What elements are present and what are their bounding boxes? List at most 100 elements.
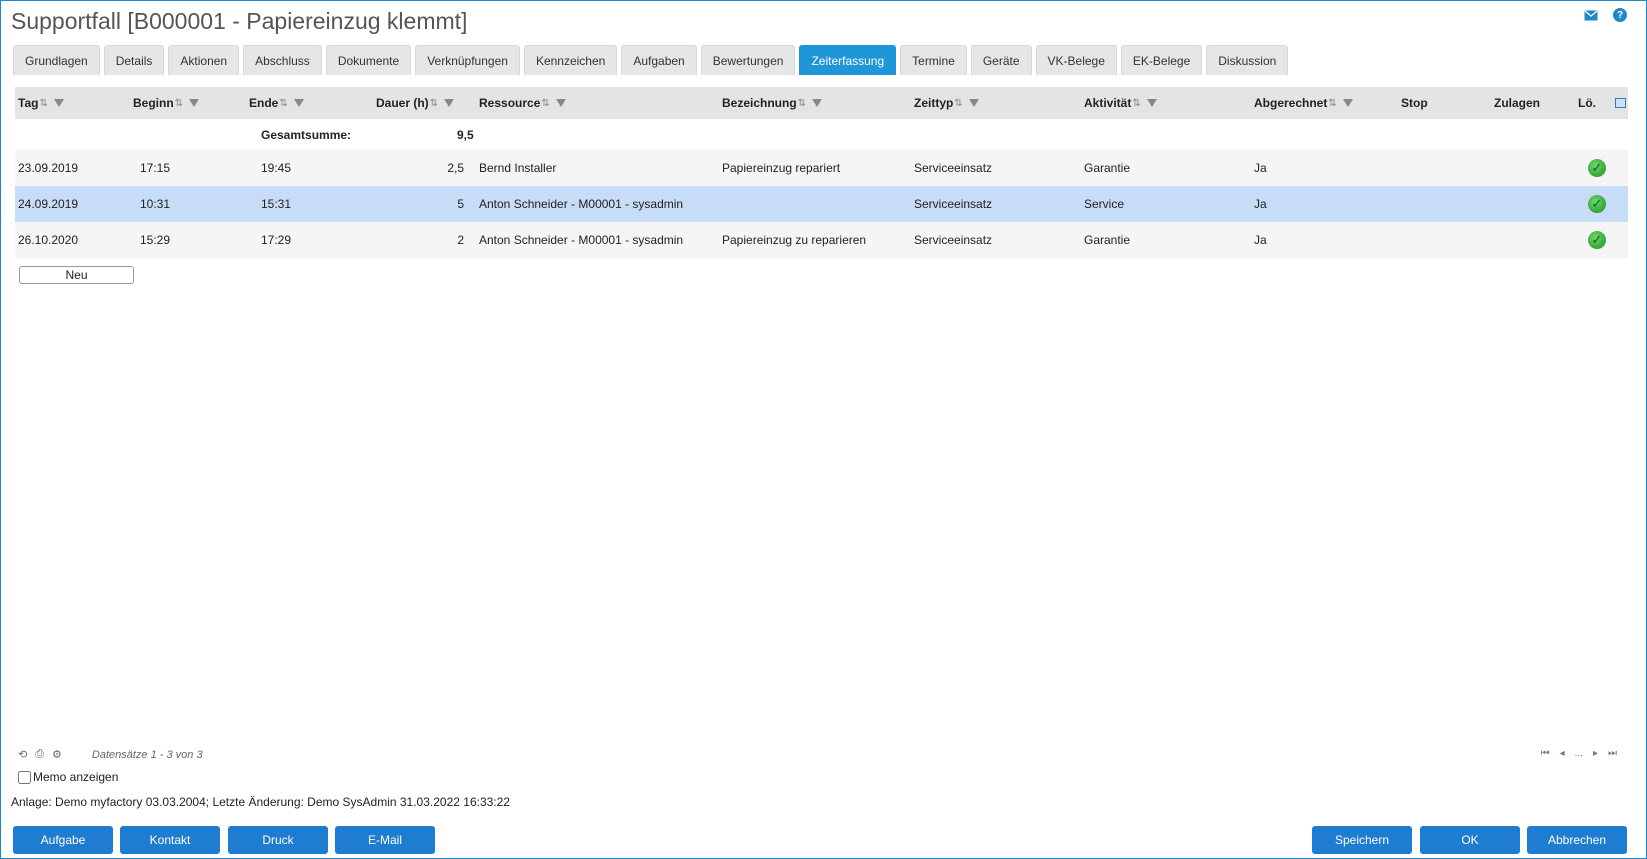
check-icon[interactable]: ✓ <box>1588 231 1606 249</box>
memo-label: Memo anzeigen <box>33 770 119 784</box>
page-title: Supportfall [B000001 - Papiereinzug klem… <box>11 8 468 34</box>
column-header-stop[interactable]: Stop <box>1401 87 1428 119</box>
cell-status: ✓ <box>1588 150 1606 186</box>
sort-icon[interactable]: ⇅ <box>541 98 549 109</box>
column-chooser-icon[interactable] <box>1615 98 1626 108</box>
filter-icon[interactable] <box>293 99 304 107</box>
memo-toggle[interactable]: Memo anzeigen <box>18 770 118 784</box>
column-label: Ende <box>249 96 279 110</box>
help-icon[interactable]: ? <box>1613 8 1627 22</box>
column-header-tag[interactable]: Tag ⇅ <box>18 87 64 119</box>
first-page-icon[interactable]: ⏮ <box>1541 748 1550 759</box>
column-header-ende[interactable]: Ende ⇅ <box>249 87 304 119</box>
column-label: Tag <box>18 96 39 110</box>
column-header-beginn[interactable]: Beginn ⇅ <box>133 87 200 119</box>
tab-termine[interactable]: Termine <box>900 45 967 75</box>
sort-icon[interactable]: ⇅ <box>430 98 438 109</box>
tab-geräte[interactable]: Geräte <box>970 45 1032 75</box>
new-entry-button[interactable]: Neu <box>19 266 134 284</box>
next-page-icon[interactable]: ▸ <box>1593 748 1598 759</box>
column-header-zeittyp[interactable]: Zeittyp ⇅ <box>914 87 979 119</box>
table-row[interactable]: 24.09.2019 10:31 15:31 Anton Schneider - M0… <box>15 186 1628 222</box>
tab-grundlagen[interactable]: Grundlagen <box>13 45 100 75</box>
grid-header: Tag ⇅ Beginn ⇅ Ende ⇅ Dauer (h) ⇅ Ressource ⇅… <box>15 87 1628 119</box>
column-header-abgerechnet[interactable]: Abgerechnet ⇅ <box>1254 87 1353 119</box>
print-button[interactable]: Druck <box>228 826 328 854</box>
cell-zeittyp: Serviceeinsatz <box>914 161 993 175</box>
tab-vk-belege[interactable]: VK-Belege <box>1035 45 1117 75</box>
column-label: Abgerechnet <box>1254 96 1328 110</box>
tab-abschluss[interactable]: Abschluss <box>243 45 322 75</box>
cell-bezeichnung: Papiereinzug zu reparieren <box>722 233 867 247</box>
page-ellipsis[interactable]: ... <box>1575 748 1583 759</box>
sort-icon[interactable]: ⇅ <box>39 98 47 109</box>
prev-page-icon[interactable]: ◂ <box>1560 748 1565 759</box>
filter-icon[interactable] <box>1146 99 1157 107</box>
cell-aktivitaet: Service <box>1084 197 1125 211</box>
table-row[interactable]: 23.09.2019 17:15 19:45 Bernd Installer Papie… <box>15 150 1628 186</box>
check-icon[interactable]: ✓ <box>1588 159 1606 177</box>
column-label: Zeittyp <box>914 96 954 110</box>
cancel-button[interactable]: Abbrechen <box>1527 826 1627 854</box>
ok-button[interactable]: OK <box>1420 826 1520 854</box>
grid-toolbar: ⟲ ⎙ ⚙ Datensätze 1 - 3 von 3 <box>18 748 203 761</box>
tab-aufgaben[interactable]: Aufgaben <box>621 45 697 75</box>
tab-bewertungen[interactable]: Bewertungen <box>700 45 796 75</box>
column-label: Aktivität <box>1084 96 1132 110</box>
cell-ende: 19:45 <box>261 161 292 175</box>
print-icon[interactable]: ⎙ <box>35 748 44 761</box>
memo-checkbox[interactable] <box>18 770 31 784</box>
column-chooser[interactable] <box>1615 87 1626 119</box>
sort-icon[interactable]: ⇅ <box>1328 98 1336 109</box>
column-header-zulagen[interactable]: Zulagen <box>1494 87 1540 119</box>
column-header-dauer[interactable]: Dauer (h) ⇅ <box>376 87 455 119</box>
table-row[interactable]: 26.10.2020 15:29 17:29 Anton Schneider - M0… <box>15 222 1628 258</box>
filter-icon[interactable] <box>444 99 455 107</box>
sort-icon[interactable]: ⇅ <box>798 98 806 109</box>
cell-ende: 17:29 <box>261 233 292 247</box>
column-header-loeschen[interactable]: Lö. <box>1578 87 1596 119</box>
sort-icon[interactable]: ⇅ <box>954 98 962 109</box>
tab-dokumente[interactable]: Dokumente <box>325 45 412 75</box>
filter-icon[interactable] <box>968 99 979 107</box>
filter-icon[interactable] <box>53 99 64 107</box>
cell-aktivitaet: Garantie <box>1084 161 1131 175</box>
sort-icon[interactable]: ⇅ <box>1132 98 1140 109</box>
sort-icon[interactable]: ⇅ <box>175 98 183 109</box>
cell-abgerechnet: Ja <box>1254 197 1267 211</box>
cell-tag: 26.10.2020 <box>18 233 79 247</box>
cell-ressource: Bernd Installer <box>479 161 557 175</box>
column-label: Zulagen <box>1494 96 1541 110</box>
column-label: Ressource <box>479 96 541 110</box>
filter-icon[interactable] <box>555 99 566 107</box>
filter-icon[interactable] <box>1342 99 1353 107</box>
settings-icon[interactable]: ⚙ <box>52 748 62 761</box>
contact-button[interactable]: Kontakt <box>120 826 220 854</box>
column-header-bezeichnung[interactable]: Bezeichnung ⇅ <box>722 87 823 119</box>
cell-status: ✓ <box>1588 222 1606 258</box>
tab-ek-belege[interactable]: EK-Belege <box>1120 45 1203 75</box>
tab-aktionen[interactable]: Aktionen <box>168 45 240 75</box>
column-header-ressource[interactable]: Ressource ⇅ <box>479 87 566 119</box>
sort-icon[interactable]: ⇅ <box>279 98 287 109</box>
grid-body: 23.09.2019 17:15 19:45 Bernd Installer Papie… <box>15 150 1628 258</box>
tab-diskussion[interactable]: Diskussion <box>1206 45 1289 75</box>
refresh-icon[interactable]: ⟲ <box>18 748 27 761</box>
column-header-aktivitaet[interactable]: Aktivität ⇅ <box>1084 87 1157 119</box>
last-page-icon[interactable]: ⏭ <box>1608 748 1617 759</box>
email-button[interactable]: E-Mail <box>335 826 435 854</box>
task-button[interactable]: Aufgabe <box>13 826 113 854</box>
tab-kennzeichen[interactable]: Kennzeichen <box>523 45 618 75</box>
cell-zeittyp: Serviceeinsatz <box>914 197 993 211</box>
mail-icon[interactable] <box>1583 8 1599 22</box>
cell-zeittyp: Serviceeinsatz <box>914 233 993 247</box>
tab-zeiterfassung[interactable]: Zeiterfassung <box>799 45 897 75</box>
filter-icon[interactable] <box>189 99 200 107</box>
save-button[interactable]: Speichern <box>1312 826 1412 854</box>
tab-verknüpfungen[interactable]: Verknüpfungen <box>415 45 520 75</box>
cell-ressource: Anton Schneider - M00001 - sysadmin <box>479 197 684 211</box>
check-icon[interactable]: ✓ <box>1588 195 1606 213</box>
cell-abgerechnet: Ja <box>1254 161 1267 175</box>
tab-details[interactable]: Details <box>103 45 165 75</box>
filter-icon[interactable] <box>812 99 823 107</box>
